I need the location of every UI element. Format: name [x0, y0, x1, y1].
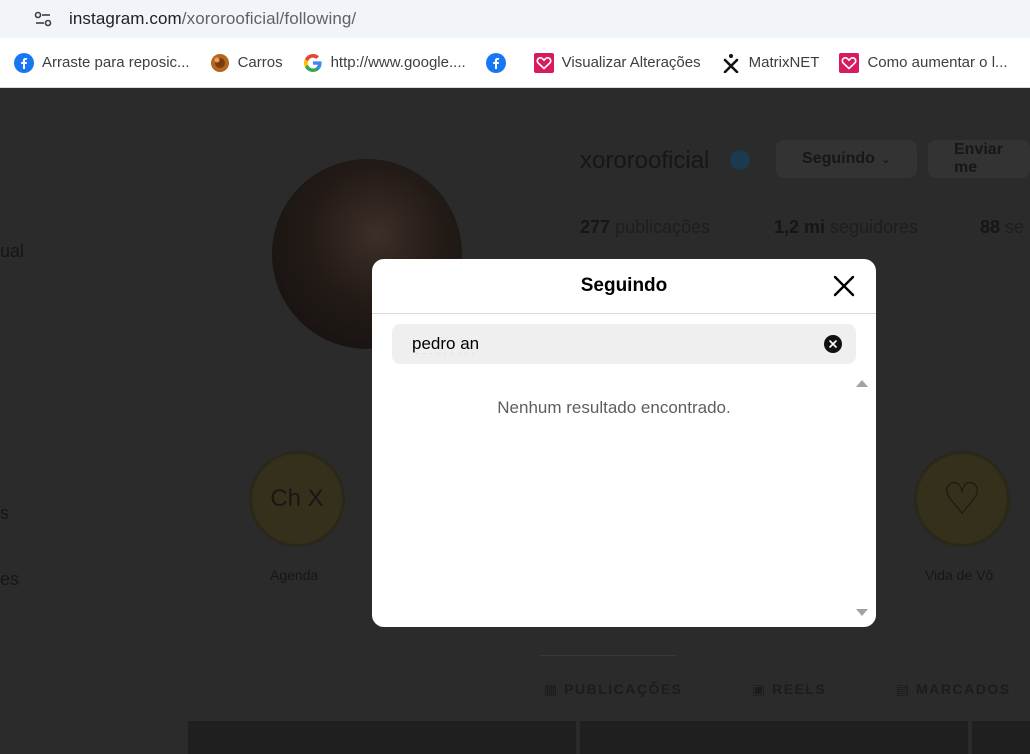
following-button-label: Seguindo — [802, 150, 875, 167]
close-button[interactable] — [830, 272, 858, 300]
stat-value: 277 — [580, 217, 611, 237]
url-text[interactable]: instagram.com/xororooficial/following/ — [69, 9, 356, 29]
active-tab-indicator — [540, 655, 676, 656]
bookmark-label: Carros — [237, 54, 283, 71]
bookmark-item[interactable]: http://www.google.... — [297, 47, 472, 79]
heart-icon: ♡ — [942, 474, 982, 524]
url-host: instagram.com — [69, 9, 182, 28]
highlight-agenda[interactable]: Ch X — [249, 451, 345, 547]
modal-title: Seguindo — [580, 275, 668, 296]
modal-header: Seguindo — [372, 259, 876, 314]
highlight-label: Vida de Vô — [925, 567, 994, 583]
stat-value: 88 — [980, 217, 1001, 237]
address-bar[interactable]: instagram.com/xororooficial/following/ — [0, 0, 1030, 38]
bookmark-item[interactable]: Arraste para reposic... — [8, 47, 196, 79]
bookmark-item[interactable] — [480, 47, 520, 79]
message-button-label: Enviar me — [954, 141, 1003, 176]
following-button[interactable]: Seguindo ⌄ — [776, 140, 917, 178]
following-modal: Seguindo Nenhum resultado encontrado. — [372, 259, 876, 627]
post-thumbnail[interactable] — [580, 721, 968, 754]
tab-tagged[interactable]: ▤ MARCADOS — [896, 681, 1011, 698]
scroll-up-arrow-icon[interactable] — [856, 380, 868, 387]
profile-username: xororooficial — [580, 147, 710, 174]
tab-posts[interactable]: ▦ PUBLICAÇÕES — [544, 681, 683, 698]
stat-followers[interactable]: 1,2 mi seguidores — [774, 217, 918, 238]
bookmark-label: Arraste para reposic... — [42, 54, 190, 71]
facebook-icon — [485, 52, 506, 73]
stat-value: 1,2 mi — [774, 217, 826, 237]
stat-label: seguidores — [830, 217, 919, 237]
bookmark-label: Visualizar Alterações — [561, 54, 701, 71]
pink-heart-favicon — [533, 52, 554, 73]
clear-icon — [829, 340, 837, 348]
search-box — [392, 324, 856, 364]
results-list[interactable]: Nenhum resultado encontrado. — [372, 374, 876, 627]
verified-badge-icon — [730, 150, 750, 170]
grid-icon: ▦ — [544, 681, 565, 697]
sidebar-fragment: ual — [0, 241, 25, 261]
reels-icon: ▣ — [752, 681, 773, 697]
scroll-down-arrow-icon[interactable] — [856, 609, 868, 616]
bookmark-item[interactable]: Como aumentar o l... — [833, 47, 1013, 79]
bookmarks-bar: Arraste para reposic... Carros http://ww… — [0, 38, 1030, 88]
stat-following[interactable]: 88 se — [980, 217, 1024, 238]
tab-label: REELS — [772, 681, 827, 697]
highlight-label: Agenda — [270, 567, 319, 583]
message-button[interactable]: Enviar me — [928, 140, 1030, 178]
tab-reels[interactable]: ▣ REELS — [752, 681, 826, 698]
stat-label: publicações — [615, 217, 711, 237]
matrixnet-favicon — [721, 53, 741, 73]
google-icon — [303, 53, 323, 73]
bookmark-item[interactable]: Visualizar Alterações — [528, 47, 707, 79]
stat-posts[interactable]: 277 publicações — [580, 217, 710, 238]
facebook-icon — [14, 52, 34, 73]
close-icon — [833, 275, 855, 297]
site-info-icon[interactable] — [26, 2, 60, 36]
post-thumbnail[interactable] — [972, 721, 1030, 754]
bookmark-item[interactable]: Carros — [204, 47, 289, 79]
highlight-vida-de-vo[interactable]: ♡ — [914, 451, 1010, 547]
search-input[interactable] — [412, 329, 812, 359]
tab-label: PUBLICAÇÕES — [564, 681, 683, 697]
empty-results-message: Nenhum resultado encontrado. — [497, 398, 731, 417]
bookmark-item[interactable]: MatrixNET — [715, 47, 826, 79]
highlight-cover-text: Ch X — [270, 485, 324, 512]
tab-label: MARCADOS — [916, 681, 1011, 697]
bookmark-label: http://www.google.... — [330, 54, 466, 71]
bookmark-label: Como aumentar o l... — [867, 54, 1008, 71]
bookmark-label: MatrixNET — [748, 54, 820, 71]
scrollbar[interactable] — [856, 374, 872, 622]
pink-heart-favicon — [839, 52, 860, 73]
carros-favicon — [210, 53, 230, 73]
stat-label: se — [1005, 217, 1025, 237]
post-thumbnail[interactable] — [188, 721, 576, 754]
sidebar-fragment: s — [0, 503, 9, 523]
sidebar-fragment: es — [0, 569, 20, 589]
url-path: /xororooficial/following/ — [181, 9, 357, 28]
tagged-icon: ▤ — [896, 681, 917, 697]
clear-search-button[interactable] — [824, 335, 842, 353]
chevron-down-icon: ⌄ — [880, 152, 891, 166]
